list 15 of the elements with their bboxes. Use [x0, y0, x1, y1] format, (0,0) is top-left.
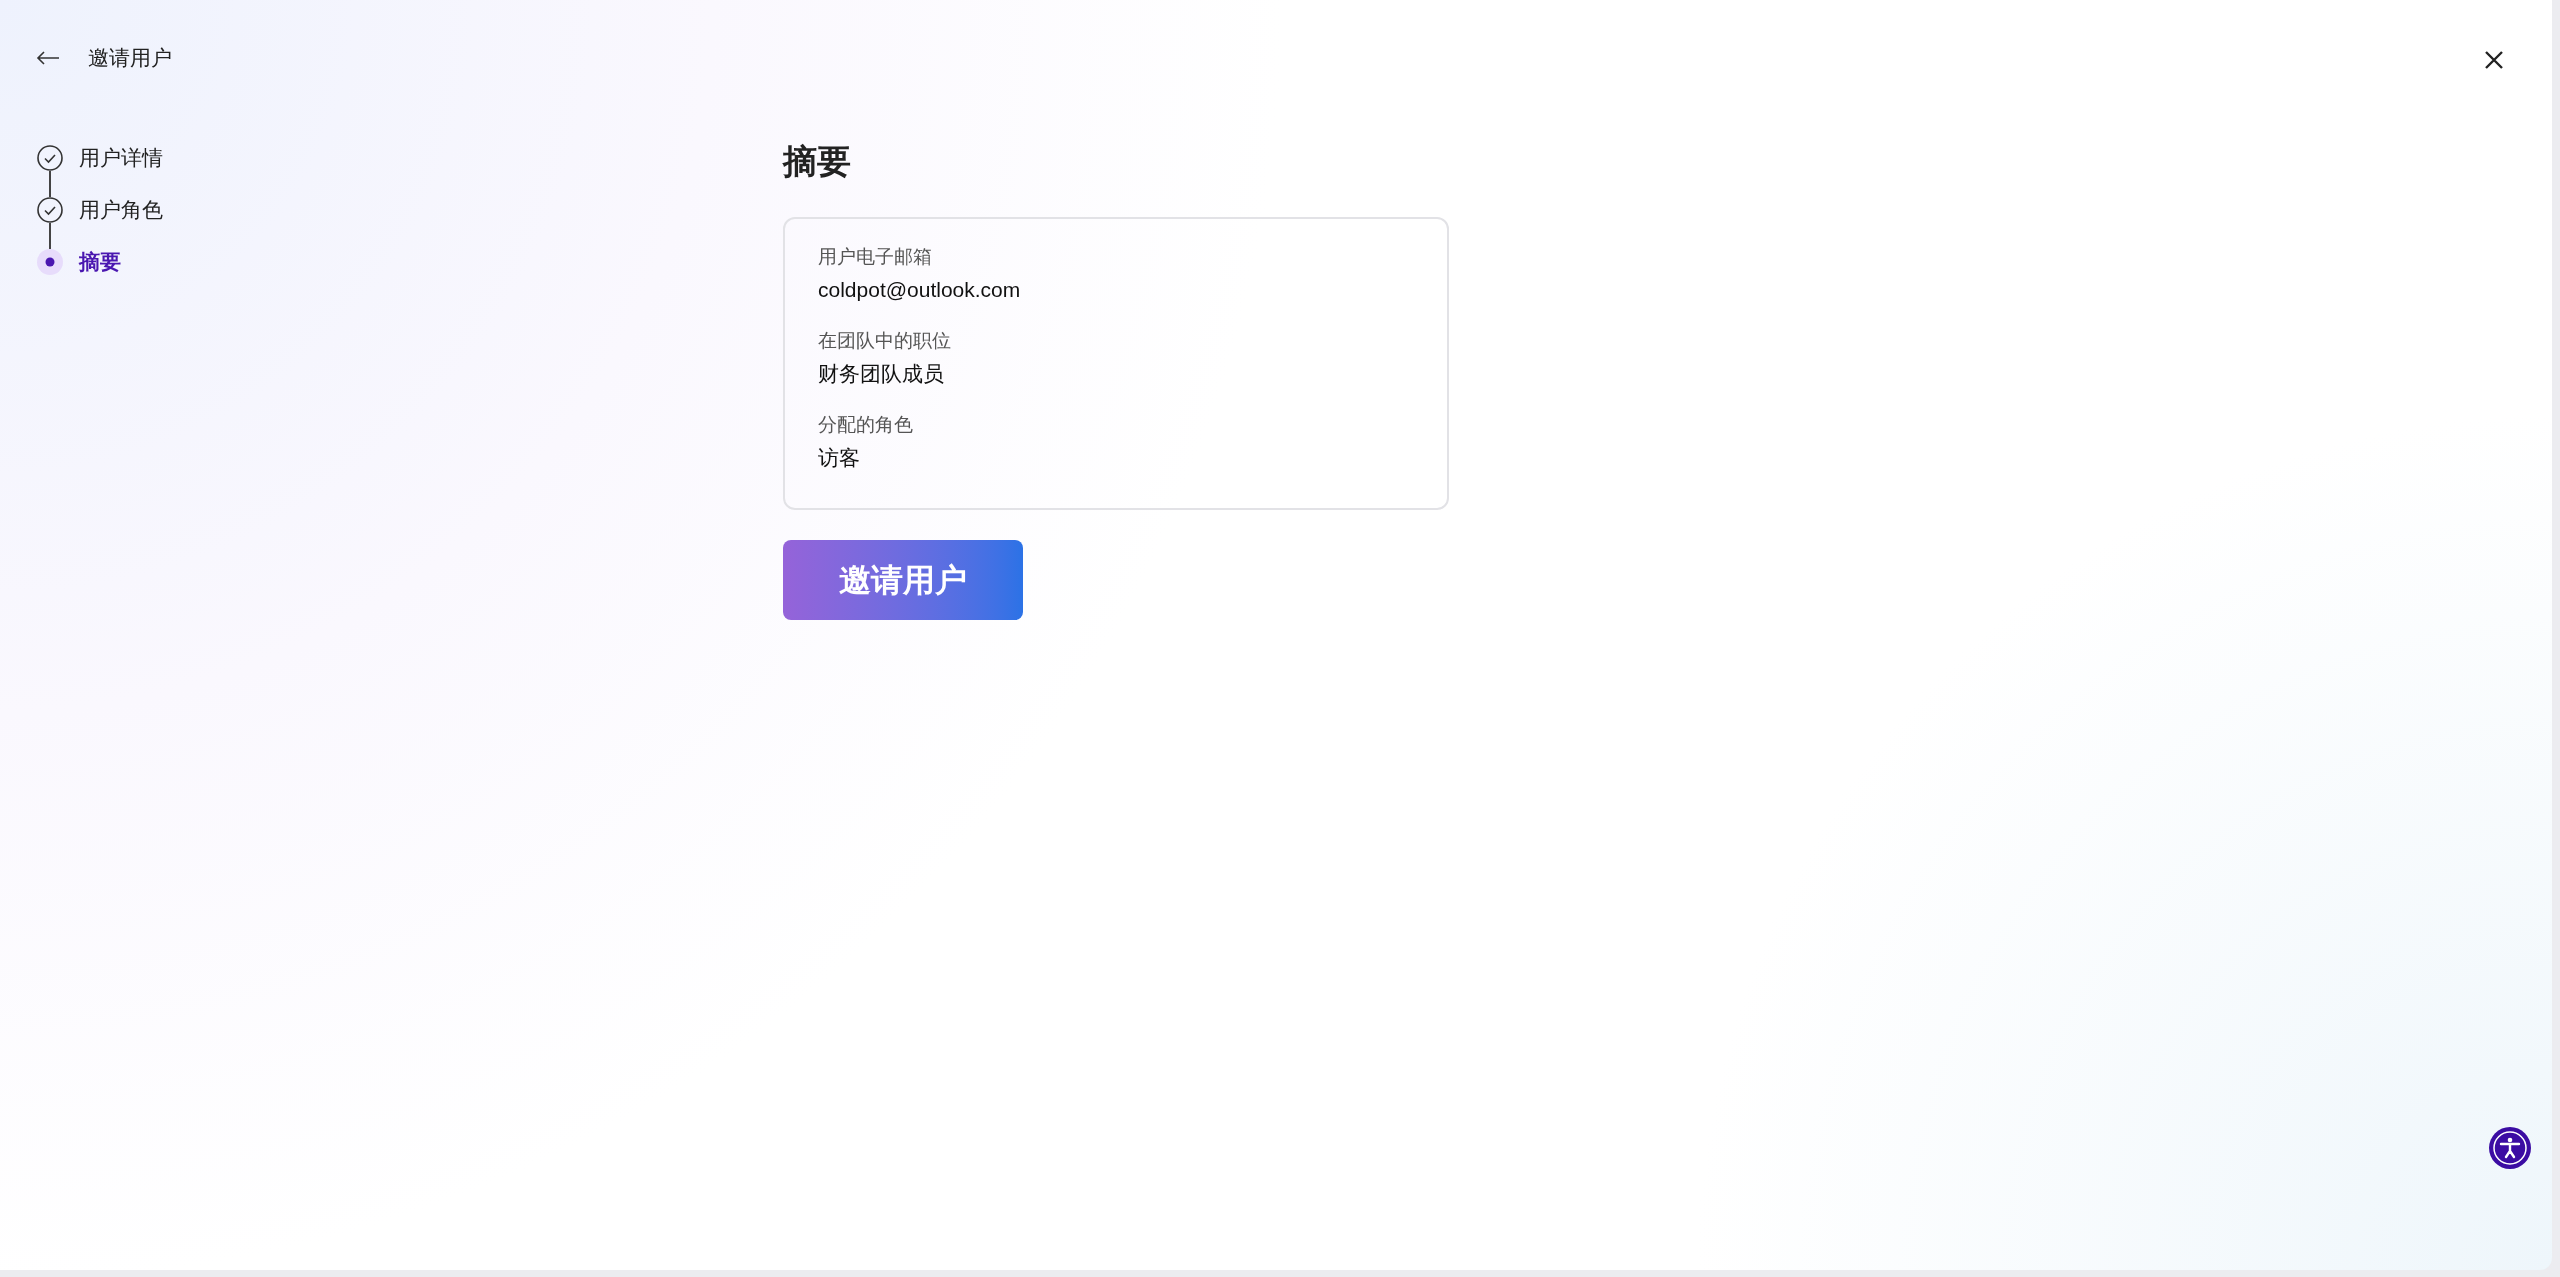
step-label[interactable]: 用户详情 [79, 142, 163, 174]
field-value: coldpot@outlook.com [818, 276, 1022, 303]
field-label: 在团队中的职位 [818, 329, 952, 353]
close-icon[interactable] [2484, 50, 2504, 70]
field-value: 财务团队成员 [818, 360, 945, 387]
field-label: 分配的角色 [818, 413, 914, 437]
invite-user-button[interactable]: 邀请用户 [783, 540, 1023, 620]
back-arrow-icon[interactable] [36, 50, 60, 66]
field-label: 用户电子邮箱 [818, 245, 933, 269]
summary-heading: 摘要 [783, 141, 852, 182]
field-value: 访客 [818, 444, 861, 471]
step-label[interactable]: 用户角色 [79, 194, 163, 226]
dialog-title: 邀请用户 [88, 45, 172, 72]
step-label[interactable]: 摘要 [79, 246, 121, 278]
accessibility-icon[interactable] [2489, 1127, 2531, 1169]
